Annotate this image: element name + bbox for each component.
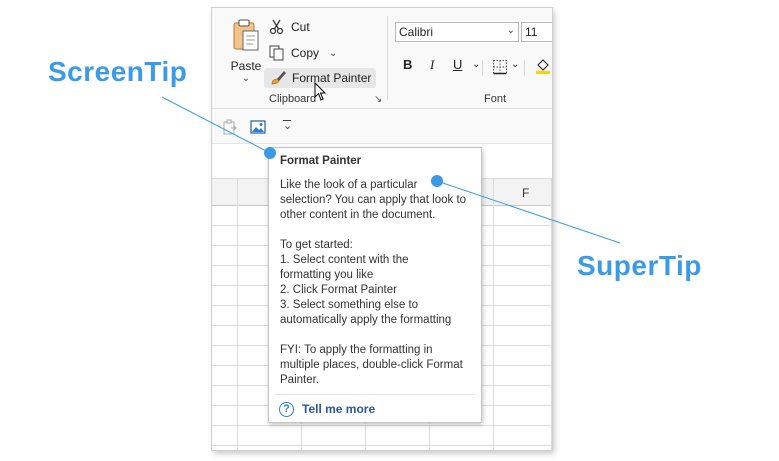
screentip-marker-dot (264, 147, 276, 159)
screentip-callout-label: ScreenTip (48, 56, 188, 87)
supertip-callout-label: SuperTip (577, 250, 702, 281)
supertip-marker-dot (431, 175, 443, 187)
supertip-leader-line (436, 180, 621, 244)
screentip-leader-line (161, 96, 271, 154)
